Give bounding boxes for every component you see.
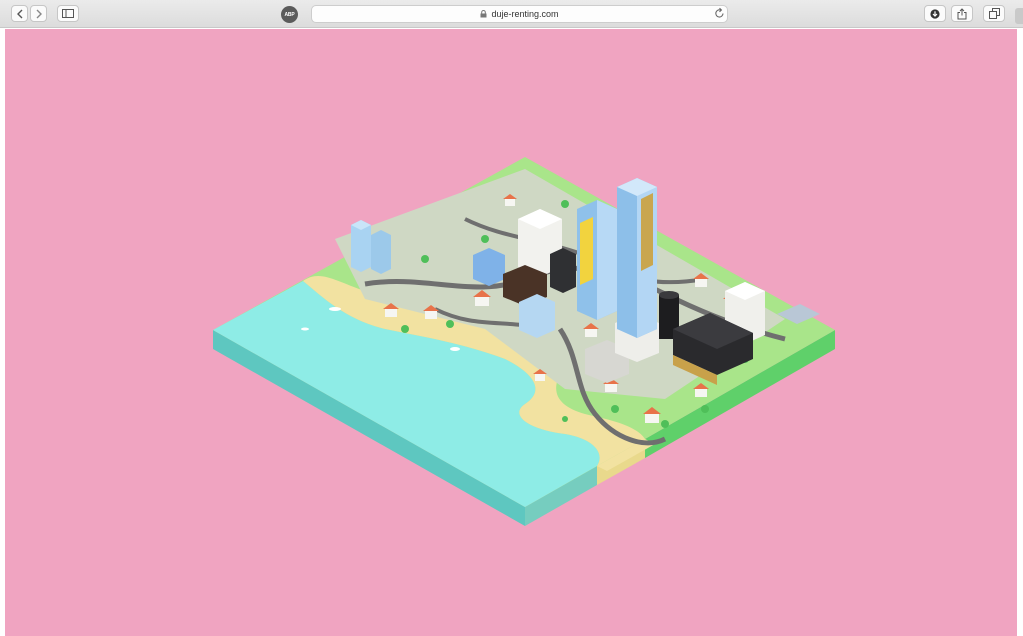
isometric-city-map[interactable] xyxy=(5,29,1017,636)
share-button[interactable] xyxy=(951,5,973,22)
tabs-icon xyxy=(988,8,1000,19)
url-text: duje-renting.com xyxy=(491,9,559,19)
adblock-label: ABP xyxy=(284,11,295,18)
page-viewport xyxy=(5,29,1017,636)
address-bar[interactable]: duje-renting.com xyxy=(311,5,728,23)
download-icon xyxy=(930,8,940,19)
new-tab-edge[interactable] xyxy=(1015,8,1023,24)
adblock-button[interactable]: ABP xyxy=(281,6,298,23)
share-icon xyxy=(957,7,967,19)
forward-icon xyxy=(36,9,42,18)
tabs-button[interactable] xyxy=(983,5,1005,22)
back-icon xyxy=(16,9,22,18)
back-button[interactable] xyxy=(11,5,28,22)
download-button[interactable] xyxy=(924,5,946,22)
sidebar-button[interactable] xyxy=(57,5,79,22)
reload-icon[interactable] xyxy=(714,7,725,19)
browser-toolbar: ABP duje-renting.com xyxy=(0,0,1023,28)
lock-icon xyxy=(480,10,487,18)
sidebar-icon xyxy=(62,9,74,18)
forward-button[interactable] xyxy=(30,5,47,22)
